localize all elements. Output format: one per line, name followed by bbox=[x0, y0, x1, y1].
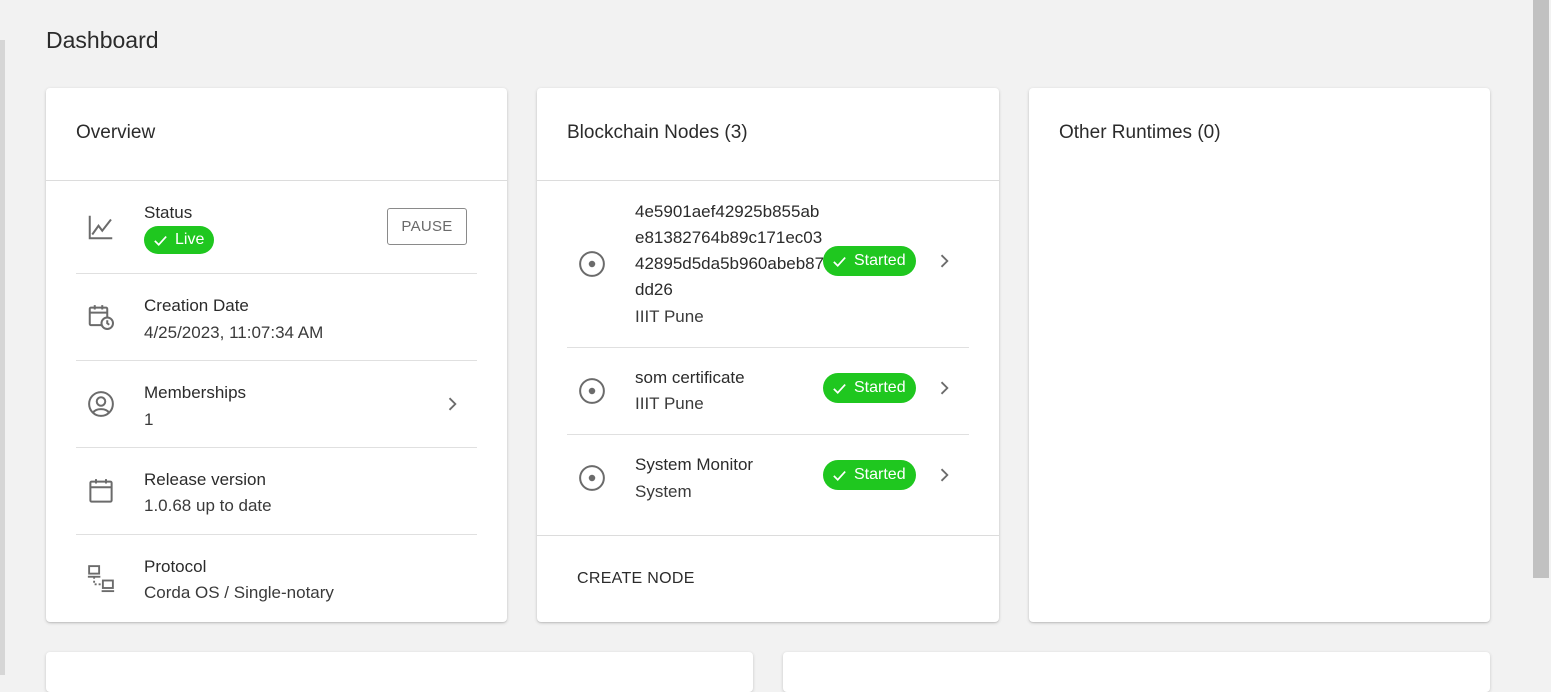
node-status-label: Started bbox=[854, 379, 906, 396]
check-icon bbox=[833, 383, 846, 394]
node-name: som certificate bbox=[635, 368, 745, 387]
check-icon bbox=[833, 256, 846, 267]
release-version-row: Release version 1.0.68 up to date bbox=[76, 448, 477, 535]
overview-card: Overview Status Live PAUSE Creation Date… bbox=[46, 88, 507, 622]
status-label: Status bbox=[144, 203, 193, 222]
status-badge: Live bbox=[144, 226, 215, 254]
node-status-badge: Started bbox=[823, 373, 916, 403]
calendar-clock-icon bbox=[86, 302, 116, 332]
node-row[interactable]: System Monitor System Started bbox=[567, 435, 969, 522]
node-name: System Monitor bbox=[635, 455, 754, 474]
pause-button[interactable]: PAUSE bbox=[387, 208, 467, 245]
creation-date-row: Creation Date 4/25/2023, 11:07:34 AM bbox=[76, 274, 477, 361]
node-org: IIIT Pune bbox=[635, 394, 704, 413]
memberships-value: 1 bbox=[144, 410, 154, 429]
radio-button-icon bbox=[577, 463, 607, 493]
scrollbar-thumb[interactable] bbox=[1533, 0, 1549, 578]
left-edge bbox=[0, 40, 5, 675]
check-icon bbox=[154, 235, 167, 246]
nodes-footer: CREATE NODE bbox=[537, 535, 999, 622]
blockchain-nodes-title: Blockchain Nodes (3) bbox=[537, 88, 999, 181]
protocol-value: Corda OS / Single-notary bbox=[144, 583, 334, 602]
bottom-left-card bbox=[46, 652, 753, 692]
page-title: Dashboard bbox=[46, 27, 159, 53]
node-org: System bbox=[635, 482, 692, 501]
chevron-right-icon[interactable] bbox=[934, 465, 954, 485]
release-version-value: 1.0.68 up to date bbox=[144, 496, 272, 515]
node-status-label: Started bbox=[854, 466, 906, 483]
line-chart-icon bbox=[86, 212, 116, 242]
radio-button-icon bbox=[577, 249, 607, 279]
bottom-right-card bbox=[783, 652, 1490, 692]
release-version-label: Release version bbox=[144, 470, 266, 489]
creation-date-value: 4/25/2023, 11:07:34 AM bbox=[144, 323, 324, 342]
radio-button-icon bbox=[577, 376, 607, 406]
node-row[interactable]: som certificate IIIT Pune Started bbox=[567, 348, 969, 435]
status-row: Status Live PAUSE bbox=[76, 181, 477, 274]
check-icon bbox=[833, 470, 846, 481]
account-circle-icon bbox=[86, 389, 116, 419]
node-status-badge: Started bbox=[823, 246, 916, 276]
overview-title: Overview bbox=[46, 88, 507, 181]
chevron-right-icon[interactable] bbox=[934, 378, 954, 398]
memberships-row[interactable]: Memberships 1 bbox=[76, 361, 477, 448]
calendar-icon bbox=[86, 476, 116, 506]
node-status-badge: Started bbox=[823, 460, 916, 490]
protocol-row: Protocol Corda OS / Single-notary bbox=[76, 535, 477, 622]
creation-date-label: Creation Date bbox=[144, 296, 249, 315]
status-badge-label: Live bbox=[175, 231, 205, 248]
other-runtimes-title: Other Runtimes (0) bbox=[1059, 122, 1221, 143]
node-name: 4e5901aef42925b855abe81382764b89c171ec03… bbox=[635, 202, 825, 299]
memberships-label: Memberships bbox=[144, 383, 247, 402]
create-node-button[interactable]: CREATE NODE bbox=[577, 570, 695, 588]
other-runtimes-card: Other Runtimes (0) bbox=[1029, 88, 1490, 622]
chevron-right-icon[interactable] bbox=[442, 394, 462, 414]
scrollbar[interactable] bbox=[1532, 0, 1551, 675]
node-row[interactable]: 4e5901aef42925b855abe81382764b89c171ec03… bbox=[567, 181, 969, 348]
node-org: IIIT Pune bbox=[635, 307, 704, 326]
chevron-right-icon[interactable] bbox=[934, 251, 954, 271]
node-status-label: Started bbox=[854, 252, 906, 269]
protocol-label: Protocol bbox=[144, 557, 207, 576]
blockchain-nodes-card: Blockchain Nodes (3) 4e5901aef42925b855a… bbox=[537, 88, 999, 622]
network-icon bbox=[86, 563, 116, 593]
